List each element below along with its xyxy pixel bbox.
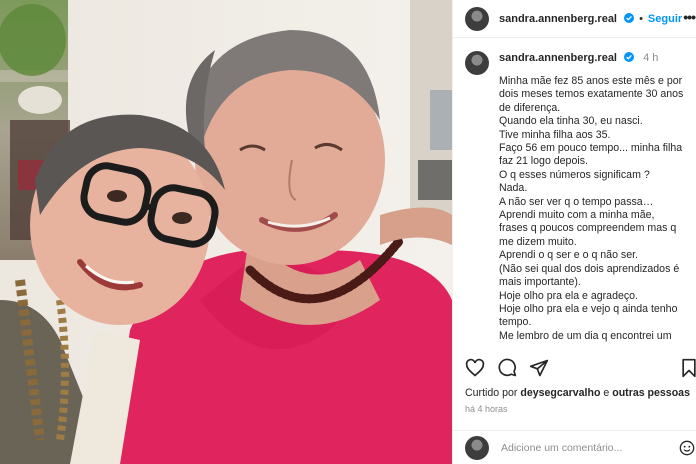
more-options-icon[interactable]: ••• bbox=[683, 9, 696, 25]
caption-line: Me lembro de um dia q encontrei um bbox=[499, 329, 672, 342]
caption-head: sandra.annenberg.real 4 h bbox=[465, 51, 685, 75]
comment-input[interactable] bbox=[501, 441, 671, 454]
verified-badge-icon bbox=[624, 52, 635, 62]
caption-line: Faço 56 em pouco tempo... minha filha fa… bbox=[499, 142, 683, 168]
comment-avatar bbox=[465, 435, 489, 460]
action-bar bbox=[453, 352, 696, 382]
caption-line: Nada. bbox=[499, 182, 528, 195]
caption-line: Minha mãe fez 85 anos este mês e por doi… bbox=[499, 75, 684, 114]
header-username-text[interactable]: sandra.annenberg.real bbox=[499, 13, 617, 25]
comment-bar bbox=[453, 430, 696, 464]
follow-button[interactable]: Seguir bbox=[648, 13, 682, 25]
caption-line: Aprendi o q ser e o q não ser. bbox=[499, 249, 638, 262]
caption-line: A não ser ver q o tempo passa… bbox=[499, 195, 654, 208]
caption-time: 4 h bbox=[643, 52, 659, 64]
caption-line: Aprendi muito com a minha mãe, frases q … bbox=[499, 209, 677, 248]
verified-badge-icon bbox=[624, 12, 635, 23]
caption-text: Minha mãe fez 85 anos este mês e por doi… bbox=[499, 75, 685, 343]
likes-middle: e bbox=[600, 387, 613, 399]
header-separator: • bbox=[639, 12, 643, 25]
likes-summary: Curtido por deysegcarvalho e outras pess… bbox=[465, 387, 690, 399]
post-side-panel: sandra.annenberg.real • Seguir ••• sandr… bbox=[452, 0, 696, 464]
comment-icon[interactable] bbox=[497, 358, 517, 378]
post-photo[interactable] bbox=[0, 0, 452, 464]
likes-others-link[interactable]: outras pessoas bbox=[612, 387, 690, 399]
caption-line: Quando ela tinha 30, eu nasci. bbox=[499, 115, 643, 128]
photo-illustration bbox=[0, 0, 452, 464]
likes-user-link[interactable]: deysegcarvalho bbox=[520, 387, 600, 399]
avatar[interactable] bbox=[465, 6, 489, 31]
share-icon[interactable] bbox=[529, 358, 549, 378]
caption-username[interactable]: sandra.annenberg.real bbox=[499, 52, 617, 64]
caption-line: (Não sei qual dos dois aprendizados é ma… bbox=[499, 262, 680, 289]
header-username[interactable]: sandra.annenberg.real bbox=[499, 12, 635, 25]
bookmark-icon[interactable] bbox=[679, 358, 696, 378]
post-header: sandra.annenberg.real • Seguir ••• bbox=[453, 0, 696, 38]
caption-line: Tive minha filha aos 35. bbox=[499, 128, 611, 141]
emoji-icon[interactable] bbox=[679, 440, 695, 456]
likes-prefix: Curtido por bbox=[465, 387, 521, 399]
caption-avatar[interactable] bbox=[465, 51, 489, 75]
caption-meta: sandra.annenberg.real 4 h bbox=[499, 51, 658, 65]
caption-line: O q esses números significam ? bbox=[499, 168, 650, 181]
caption-line: Hoje olho pra ela e vejo q ainda tenho t… bbox=[499, 302, 678, 329]
caption-line: Hoje olho pra ela e agradeço. bbox=[499, 289, 638, 302]
heart-icon[interactable] bbox=[465, 358, 485, 378]
caption-area[interactable]: sandra.annenberg.real 4 h Minha mãe fez … bbox=[453, 39, 696, 347]
post-timestamp: há 4 horas bbox=[465, 404, 508, 414]
